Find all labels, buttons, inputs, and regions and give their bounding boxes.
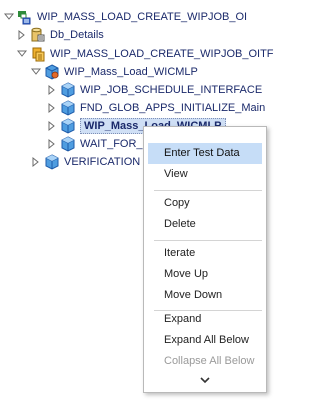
tree-node-label: WAIT_FOR_: [80, 138, 143, 150]
expand-arrow-icon[interactable]: [46, 102, 58, 114]
expand-arrow-icon[interactable]: [30, 156, 42, 168]
menu-item-copy[interactable]: Copy: [148, 193, 262, 214]
test-suite-icon: [17, 9, 33, 25]
component-icon: [60, 118, 76, 134]
tree-node-child[interactable]: WAIT_FOR_: [46, 135, 143, 153]
component-icon: [60, 136, 76, 152]
menu-item-view[interactable]: View: [148, 164, 262, 185]
tree-node-child[interactable]: WIP_JOB_SCHEDULE_INTERFACE: [46, 81, 262, 99]
database-icon: [30, 27, 46, 43]
tree-node-label: WIP_MASS_LOAD_CREATE_WIPJOB_OITF: [50, 48, 274, 60]
tree-node-label: Db_Details: [50, 29, 104, 41]
menu-separator: [154, 240, 262, 241]
tree-node-child[interactable]: FND_GLOB_APPS_INITIALIZE_Main: [46, 99, 265, 117]
menu-separator: [154, 190, 262, 191]
menu-item-collapse-all-below: Collapse All Below: [164, 355, 255, 367]
tree-node-oitf[interactable]: WIP_MASS_LOAD_CREATE_WIPJOB_OITF: [16, 45, 274, 63]
context-menu: Enter Test Data View Copy Delete Iterate…: [143, 126, 267, 393]
menu-item-enter-test-data[interactable]: Enter Test Data: [148, 143, 262, 164]
expand-arrow-icon[interactable]: [46, 138, 58, 150]
tree-node-label: WIP_Mass_Load_WICMLP: [64, 66, 198, 78]
tree-node-db-details[interactable]: Db_Details: [16, 26, 104, 44]
tree-node-verification[interactable]: VERIFICATION: [30, 153, 140, 171]
menu-item-move-down[interactable]: Move Down: [148, 285, 262, 306]
component-group-icon: [44, 64, 60, 80]
menu-item-iterate[interactable]: Iterate: [148, 243, 262, 264]
expand-arrow-icon[interactable]: [16, 29, 28, 41]
test-case-icon: [30, 46, 46, 62]
menu-item-delete[interactable]: Delete: [148, 214, 262, 235]
collapse-arrow-icon[interactable]: [30, 66, 42, 78]
menu-item-expand[interactable]: Expand: [148, 309, 262, 330]
tree-node-label: FND_GLOB_APPS_INITIALIZE_Main: [80, 102, 266, 114]
tree-node-root[interactable]: WIP_MASS_LOAD_CREATE_WIPJOB_OI: [3, 8, 247, 26]
component-icon: [60, 82, 76, 98]
collapse-arrow-icon[interactable]: [16, 48, 28, 60]
tree-node-label: VERIFICATION: [64, 156, 141, 168]
tree-node-label: WIP_JOB_SCHEDULE_INTERFACE: [80, 84, 263, 96]
expand-arrow-icon[interactable]: [46, 84, 58, 96]
collapse-arrow-icon[interactable]: [3, 11, 15, 23]
tree-node-label: WIP_MASS_LOAD_CREATE_WIPJOB_OI: [37, 11, 248, 23]
tree-node-wicmlp-group[interactable]: WIP_Mass_Load_WICMLP: [30, 63, 198, 81]
component-icon: [60, 100, 76, 116]
menu-item-move-up[interactable]: Move Up: [148, 264, 262, 285]
menu-item-expand-all-below[interactable]: Expand All Below: [148, 330, 262, 351]
chevron-down-icon[interactable]: [148, 371, 262, 389]
component-icon: [44, 154, 60, 170]
expand-arrow-icon[interactable]: [46, 120, 58, 132]
